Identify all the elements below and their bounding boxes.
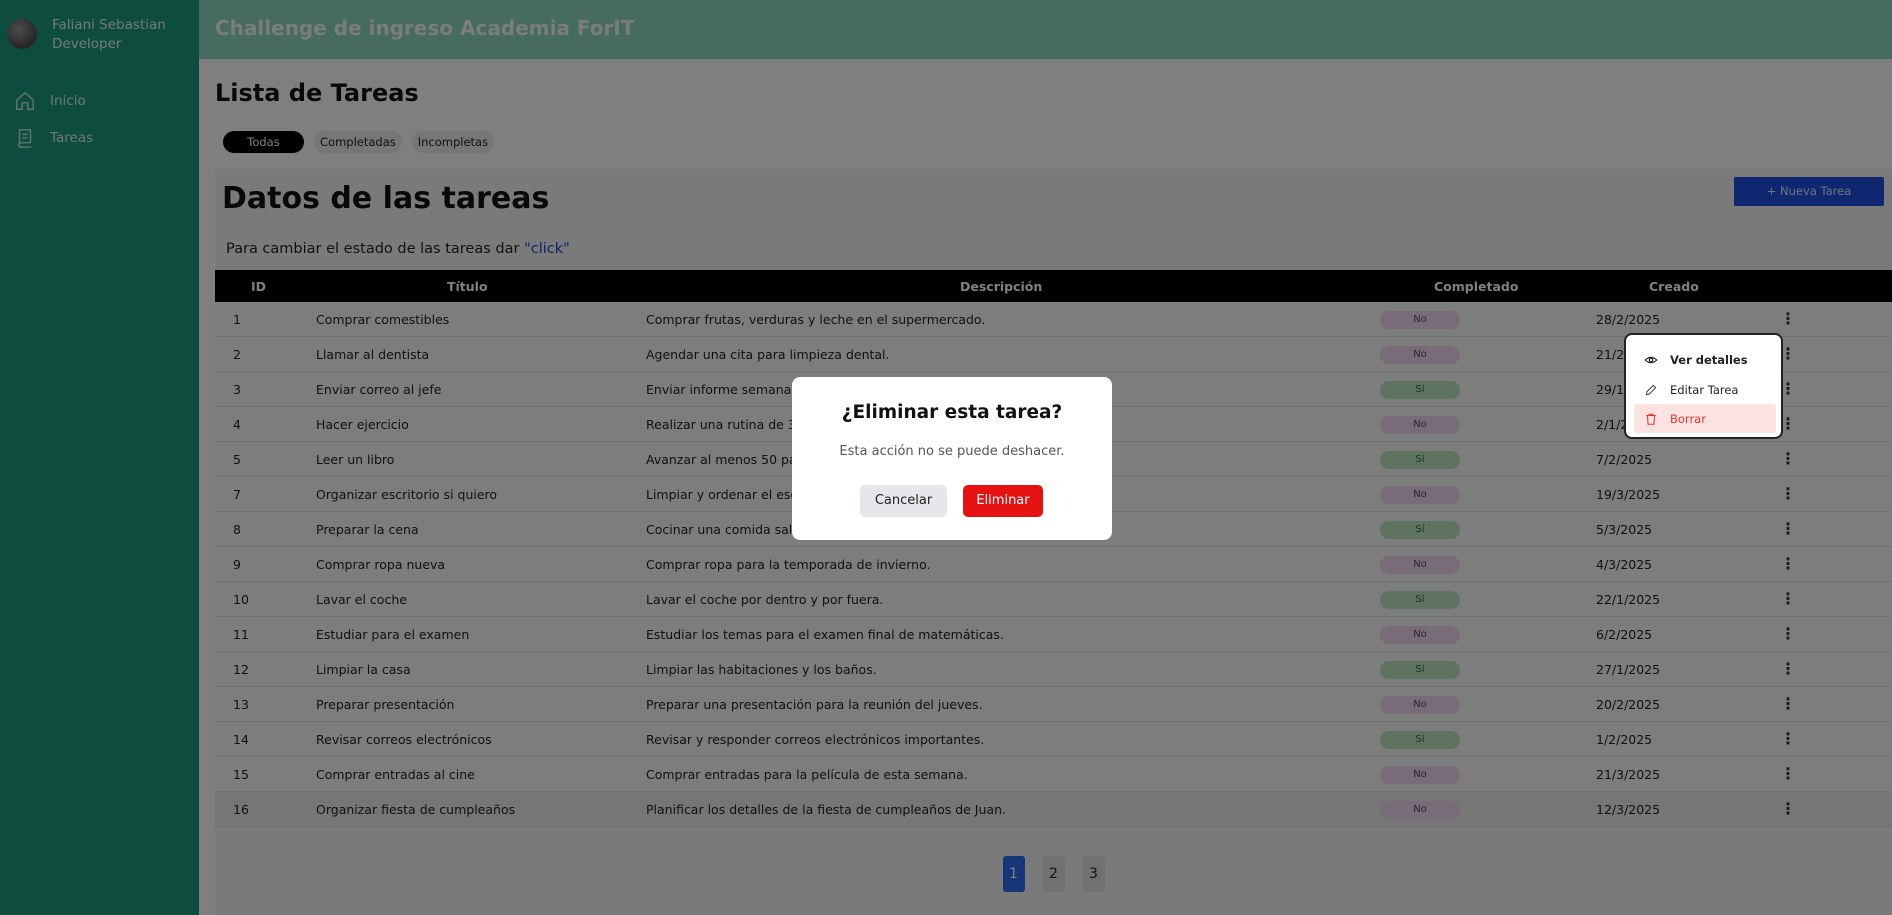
menu-delete-task[interactable]: Borrar xyxy=(1634,404,1776,433)
row-context-menu: Ver detalles Editar Tarea Borrar xyxy=(1624,333,1783,439)
trash-icon xyxy=(1646,413,1656,425)
menu-view-label: Ver detalles xyxy=(1670,352,1748,367)
cancel-button[interactable]: Cancelar xyxy=(860,485,947,517)
menu-edit-label: Editar Tarea xyxy=(1670,382,1739,397)
delete-button[interactable]: Eliminar xyxy=(963,485,1043,517)
pencil-icon xyxy=(1645,384,1657,395)
menu-edit-task[interactable]: Editar Tarea xyxy=(1634,375,1776,404)
dialog-title: ¿Eliminar esta tarea? xyxy=(841,402,1063,423)
modal-backdrop[interactable]: Ver detalles Editar Tarea Borrar ¿Elimin… xyxy=(0,0,1892,915)
dialog-message: Esta acción no se puede deshacer. xyxy=(839,444,1065,459)
menu-delete-label: Borrar xyxy=(1670,411,1706,426)
eye-icon xyxy=(1644,356,1658,363)
delete-confirm-dialog: ¿Eliminar esta tarea? Esta acción no se … xyxy=(792,377,1112,540)
menu-view-details[interactable]: Ver detalles xyxy=(1634,345,1776,374)
